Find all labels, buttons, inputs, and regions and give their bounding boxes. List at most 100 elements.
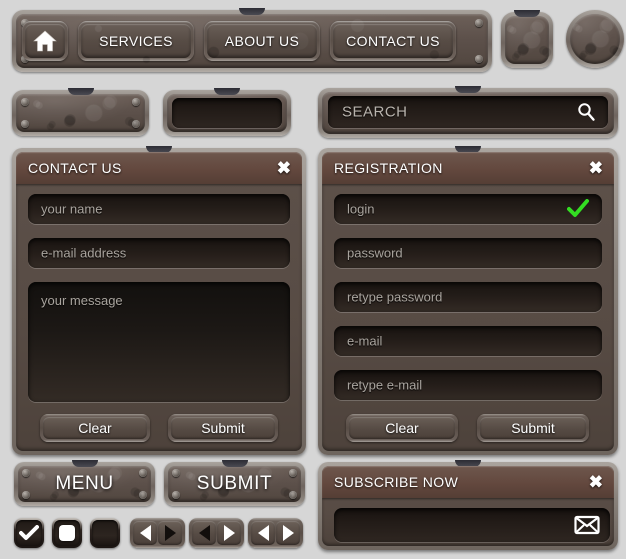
- rivet: [475, 55, 483, 63]
- rivet: [139, 469, 147, 477]
- arrow-right-button[interactable]: [158, 521, 182, 545]
- envelope-icon[interactable]: [574, 515, 600, 535]
- contact-panel-body: CONTACT US ✖ your name e-mail address yo…: [16, 152, 302, 451]
- subscribe-panel: SUBSCRIBE NOW ✖: [318, 460, 618, 550]
- nav-item-about-us[interactable]: ABOUT US: [204, 21, 320, 61]
- arrow-left-button[interactable]: [192, 521, 216, 545]
- rivet: [475, 19, 483, 27]
- checkbox-empty[interactable]: [90, 518, 120, 548]
- registration-retype-email-input[interactable]: retype e-mail: [334, 370, 602, 400]
- close-icon[interactable]: ✖: [277, 160, 291, 177]
- chevron-right-icon: [164, 525, 176, 541]
- riveted-plate-face: [16, 94, 145, 132]
- checkbox-selected[interactable]: [52, 518, 82, 548]
- subscribe-panel-titlebar: SUBSCRIBE NOW ✖: [322, 466, 614, 498]
- subscribe-panel-title: SUBSCRIBE NOW: [334, 474, 459, 490]
- square-button-notch: [514, 10, 540, 17]
- nav-item-contact-us[interactable]: CONTACT US: [330, 21, 456, 61]
- registration-password-placeholder: password: [347, 245, 403, 261]
- nav-item-services[interactable]: SERVICES: [78, 21, 194, 61]
- search-input[interactable]: SEARCH: [328, 96, 608, 128]
- plate-notch: [67, 88, 94, 95]
- small-input-notch: [214, 88, 240, 95]
- registration-submit-button[interactable]: Submit: [477, 414, 589, 442]
- registration-panel-titlebar: REGISTRATION ✖: [322, 152, 614, 184]
- small-input-field[interactable]: [172, 98, 282, 128]
- arrow-pair-3: [248, 518, 303, 548]
- checkbox-checked[interactable]: [14, 518, 44, 548]
- contact-submit-button[interactable]: Submit: [168, 414, 278, 442]
- search-bar: SEARCH: [318, 86, 618, 138]
- contact-message-placeholder: your message: [41, 293, 123, 308]
- contact-panel-title: CONTACT US: [28, 160, 122, 176]
- blank-round-button[interactable]: [566, 10, 624, 68]
- nav-item-label: CONTACT US: [346, 33, 440, 49]
- rivet: [132, 120, 140, 128]
- arrow-pair-2: [189, 518, 244, 548]
- registration-login-placeholder: login: [347, 201, 375, 217]
- arrow-right-button[interactable]: [276, 521, 300, 545]
- rivet: [22, 491, 30, 499]
- checkmark-icon: [19, 525, 39, 540]
- rivet: [172, 469, 180, 477]
- chevron-left-icon: [139, 525, 151, 541]
- home-button[interactable]: [22, 21, 68, 61]
- submit-button-notch: [221, 460, 248, 467]
- contact-clear-label: Clear: [78, 420, 112, 436]
- contact-message-textarea[interactable]: your message: [28, 282, 290, 402]
- rivet: [289, 469, 297, 477]
- riveted-plate: [12, 88, 149, 136]
- blank-round-button-face: [570, 14, 620, 64]
- submit-button-face: SUBMIT: [168, 466, 301, 502]
- registration-login-input[interactable]: login: [334, 194, 602, 224]
- contact-email-input[interactable]: e-mail address: [28, 238, 290, 268]
- contact-submit-label: Submit: [201, 420, 245, 436]
- registration-retype-email-placeholder: retype e-mail: [347, 377, 423, 393]
- checkbox-selected-inner: [54, 520, 80, 546]
- small-input-frame[interactable]: [163, 88, 291, 136]
- rivet: [172, 491, 180, 499]
- submit-button[interactable]: SUBMIT: [164, 460, 305, 506]
- contact-us-panel: CONTACT US ✖ your name e-mail address yo…: [12, 146, 306, 455]
- registration-email-input[interactable]: e-mail: [334, 326, 602, 356]
- menu-button[interactable]: MENU: [14, 460, 155, 506]
- menu-button-notch: [71, 460, 98, 467]
- arrow-right-button[interactable]: [217, 521, 241, 545]
- registration-clear-button[interactable]: Clear: [346, 414, 458, 442]
- navbar-notch: [239, 8, 265, 15]
- contact-name-placeholder: your name: [41, 201, 103, 217]
- arrow-pair-1: [130, 518, 185, 548]
- checkbox-empty-inner: [92, 520, 118, 546]
- close-icon[interactable]: ✖: [589, 160, 603, 177]
- registration-clear-label: Clear: [385, 420, 419, 436]
- rivet: [139, 491, 147, 499]
- subscribe-email-input[interactable]: [334, 508, 610, 542]
- navigation-bar: SERVICES ABOUT US CONTACT US: [12, 8, 492, 72]
- registration-password-input[interactable]: password: [334, 238, 602, 268]
- filled-square-icon: [59, 525, 75, 541]
- registration-panel-title: REGISTRATION: [334, 160, 443, 176]
- chevron-right-icon: [282, 525, 294, 541]
- home-icon: [33, 30, 57, 52]
- arrow-left-button[interactable]: [251, 521, 275, 545]
- registration-email-placeholder: e-mail: [347, 333, 383, 349]
- contact-email-placeholder: e-mail address: [41, 245, 127, 261]
- chevron-left-icon: [198, 525, 210, 541]
- blank-square-button-face: [505, 16, 549, 64]
- search-icon[interactable]: [576, 102, 596, 122]
- rivet: [21, 120, 29, 128]
- contact-clear-button[interactable]: Clear: [40, 414, 150, 442]
- rivet: [132, 98, 140, 106]
- rivet: [22, 469, 30, 477]
- chevron-left-icon: [257, 525, 269, 541]
- blank-square-button[interactable]: [501, 10, 553, 68]
- checkmark-icon: [567, 199, 589, 217]
- nav-item-label: SERVICES: [99, 33, 173, 49]
- arrow-left-button[interactable]: [133, 521, 157, 545]
- rivet: [21, 98, 29, 106]
- close-icon[interactable]: ✖: [589, 474, 603, 491]
- registration-retype-password-input[interactable]: retype password: [334, 282, 602, 312]
- rivet: [289, 491, 297, 499]
- contact-name-input[interactable]: your name: [28, 194, 290, 224]
- subscribe-panel-body: SUBSCRIBE NOW ✖: [322, 466, 614, 546]
